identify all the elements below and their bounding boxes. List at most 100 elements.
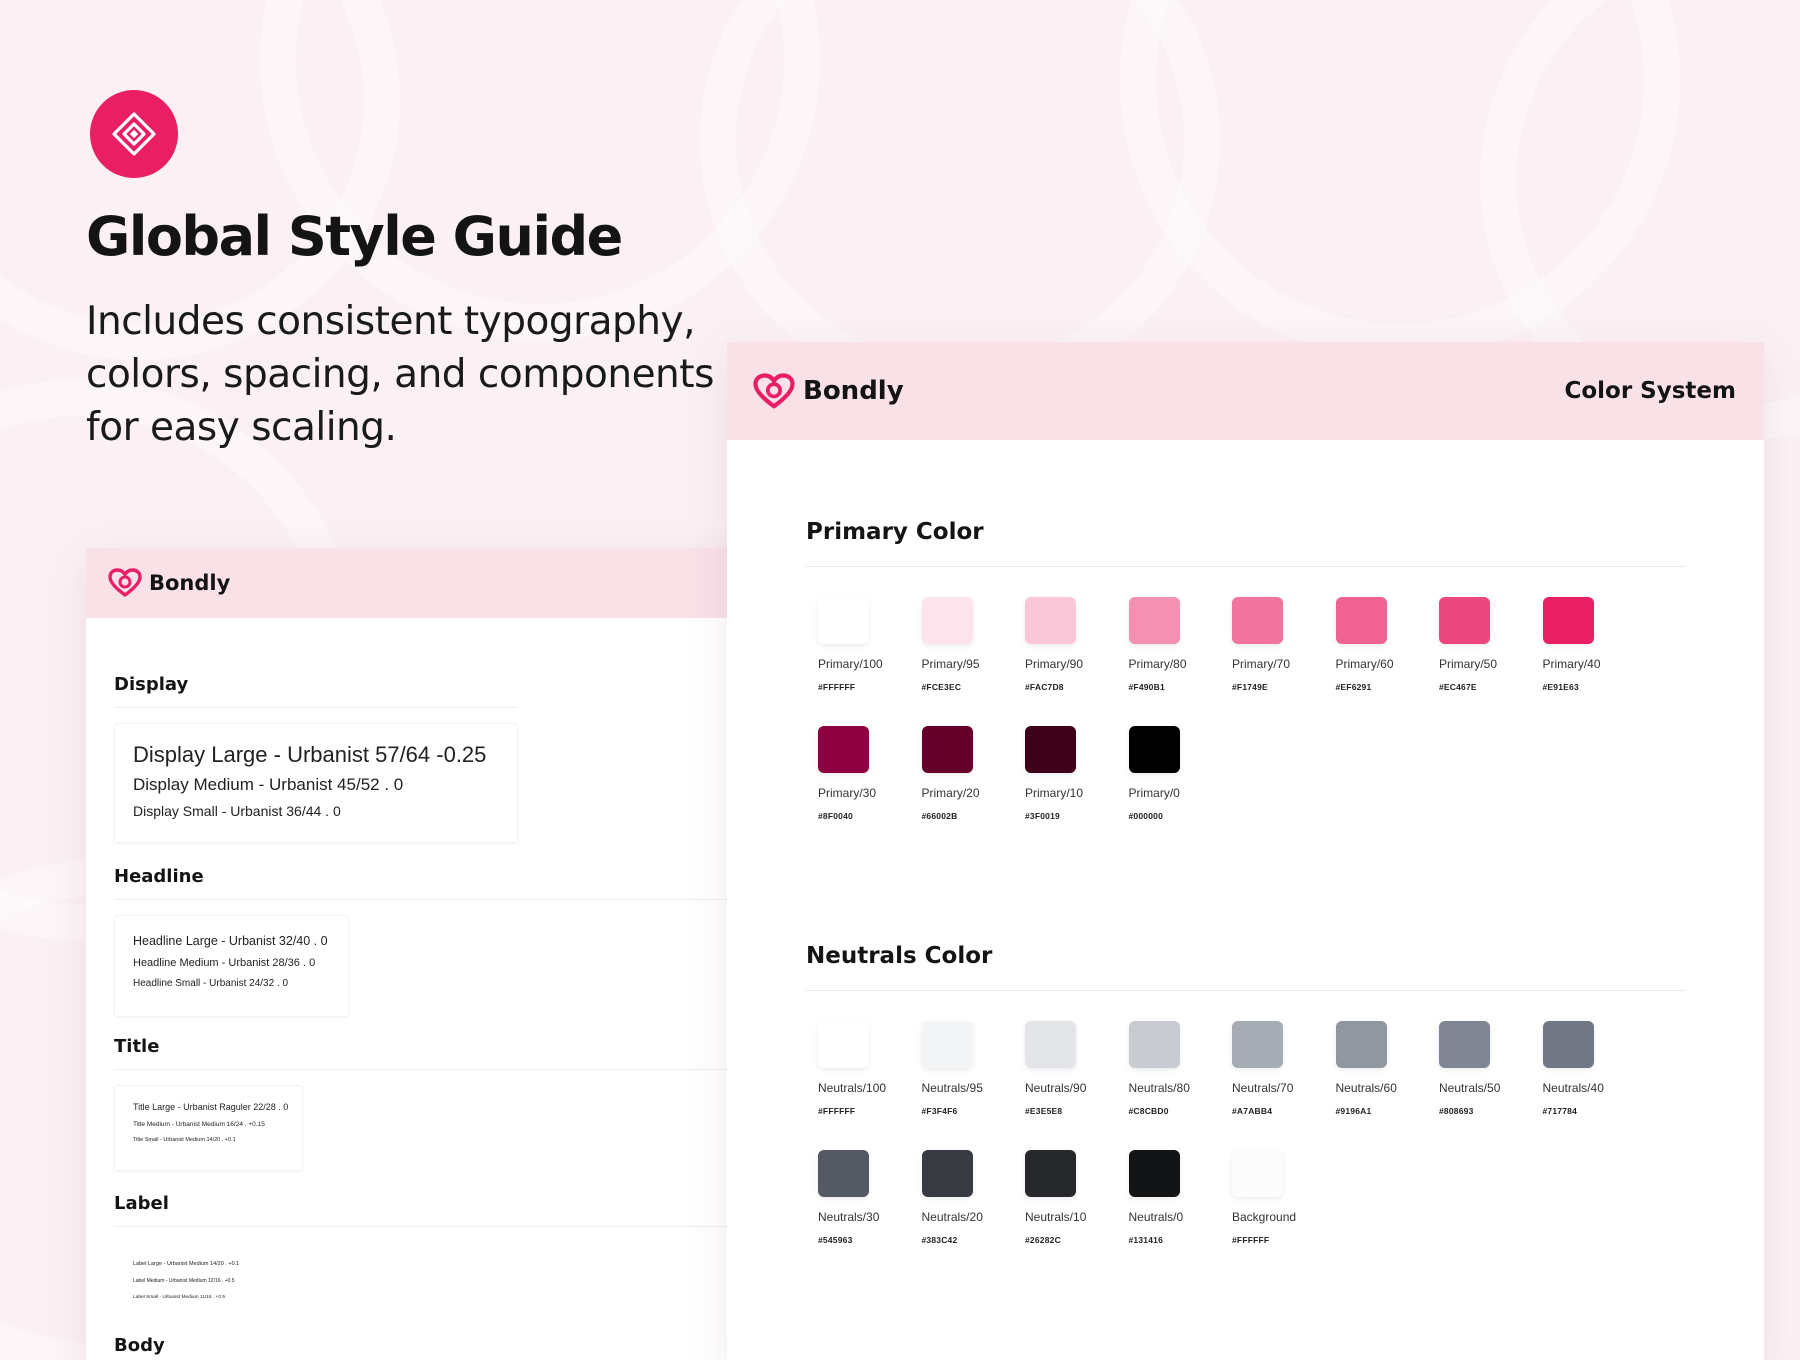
color-swatch: Primary/50 #EC467E	[1439, 597, 1543, 726]
swatch-chip	[1232, 1150, 1283, 1197]
swatch-name: Primary/30	[818, 786, 877, 800]
section-title-styles: Title Title Large - Urbanist Raguler 22/…	[114, 1017, 786, 1171]
color-swatch: Neutrals/95 #F3F4F6	[921, 1021, 1026, 1150]
typography-card: Bondly Display Display Large - Urbanist …	[86, 548, 786, 1360]
swatch-chip	[1025, 1150, 1076, 1197]
swatch-name: Primary/10	[1025, 786, 1084, 800]
section-divider	[114, 899, 786, 900]
color-swatch: Neutrals/60 #9196A1	[1335, 1021, 1440, 1150]
section-label: Label Label Large - Urbanist Medium 14/2…	[114, 1171, 786, 1316]
section-title: Label	[114, 1193, 169, 1214]
swatch-name: Neutrals/60	[1335, 1081, 1397, 1095]
display-medium-spec: Display Medium - Urbanist 45/52 . 0	[133, 775, 404, 794]
swatch-chip	[921, 1150, 973, 1197]
swatch-name: Primary/40	[1542, 657, 1601, 671]
swatch-hex: #8F0040	[818, 811, 853, 821]
spec-box: Headline Large - Urbanist 32/40 . 0 Head…	[114, 915, 349, 1017]
swatch-chip	[1025, 726, 1076, 773]
section-divider	[114, 707, 518, 708]
color-system-card: Bondly Color System Primary Color Primar…	[727, 342, 1764, 1360]
swatch-hex: #808693	[1439, 1106, 1474, 1116]
swatch-hex: #FFFFFF	[1232, 1235, 1270, 1245]
hero-title: Global Style Guide	[86, 205, 623, 268]
section-divider	[806, 990, 1686, 991]
color-swatch: Neutrals/100 #FFFFFF	[818, 1021, 922, 1150]
spec-box: Label Large - Urbanist Medium 14/20 . +0…	[114, 1242, 274, 1316]
swatch-hex: #26282C	[1025, 1235, 1061, 1245]
color-swatch: Primary/0 #000000	[1128, 726, 1233, 855]
typography-body: Display Display Large - Urbanist 57/64 -…	[86, 618, 786, 1356]
swatch-chip	[1335, 597, 1387, 644]
hero-subtitle: Includes consistent typography, colors, …	[86, 299, 714, 450]
brand-name: Bondly	[803, 376, 904, 406]
color-swatch: Primary/40 #E91E63	[1542, 597, 1647, 726]
swatch-name: Neutrals/70	[1232, 1081, 1294, 1095]
color-swatch: Primary/100 #FFFFFF	[818, 597, 922, 726]
swatch-hex: #383C42	[921, 1235, 958, 1245]
label-large-spec: Label Large - Urbanist Medium 14/20 . +0…	[133, 1261, 240, 1267]
section-title: Headline	[114, 866, 204, 887]
swatch-name: Primary/100	[818, 657, 883, 671]
swatch-hex: #F1749E	[1232, 682, 1268, 692]
swatch-chip	[1025, 1021, 1076, 1068]
swatch-hex: #FAC7D8	[1025, 682, 1064, 692]
color-swatch: Neutrals/30 #545963	[818, 1150, 922, 1279]
color-swatch: Neutrals/40 #717784	[1542, 1021, 1647, 1150]
swatch-chip	[1335, 1021, 1387, 1068]
swatch-chip	[818, 1021, 869, 1068]
swatch-hex: #717784	[1542, 1106, 1577, 1116]
title-medium-spec: Title Medium - Urbanist Medium 16/24 . +…	[133, 1121, 265, 1128]
swatch-hex: #000000	[1128, 811, 1163, 821]
section-divider	[114, 1226, 786, 1227]
section-title: Body	[114, 1335, 165, 1356]
logo: Bondly	[753, 372, 904, 410]
diamond-logo-icon	[112, 112, 156, 156]
swatch-hex: #9196A1	[1335, 1106, 1372, 1116]
label-small-spec: Label Small - Urbanist Medium 11/16 . +0…	[133, 1295, 226, 1300]
swatch-name: Neutrals/50	[1439, 1081, 1501, 1095]
swatch-chip	[818, 726, 869, 773]
headline-medium-spec: Headline Medium - Urbanist 28/36 . 0	[133, 957, 316, 969]
color-swatch: Neutrals/50 #808693	[1439, 1021, 1543, 1150]
color-swatch: Neutrals/20 #383C42	[921, 1150, 1026, 1279]
color-swatch: Background #FFFFFF	[1232, 1150, 1336, 1279]
swatch-chip	[1232, 597, 1283, 644]
swatch-name: Primary/90	[1025, 657, 1084, 671]
swatch-name: Neutrals/10	[1025, 1210, 1087, 1224]
swatch-name: Primary/50	[1439, 657, 1498, 671]
title-large-spec: Title Large - Urbanist Raguler 22/28 . 0	[133, 1102, 289, 1112]
section-divider	[114, 1069, 786, 1070]
swatch-chip	[921, 726, 973, 773]
brand-badge	[90, 90, 178, 178]
swatch-chip	[1128, 597, 1180, 644]
swatch-hex: #131416	[1128, 1235, 1163, 1245]
neutrals-color-title: Neutrals Color	[806, 943, 993, 969]
swatch-name: Primary/95	[921, 657, 980, 671]
section-title: Display	[114, 674, 189, 695]
typography-card-header: Bondly	[86, 548, 786, 618]
swatch-hex: #F3F4F6	[921, 1106, 958, 1116]
swatch-hex: #E3E5E8	[1025, 1106, 1063, 1116]
primary-color-title: Primary Color	[806, 519, 984, 545]
swatch-chip	[921, 597, 973, 644]
swatch-chip	[1439, 1021, 1490, 1068]
swatch-name: Neutrals/40	[1542, 1081, 1604, 1095]
color-swatch: Neutrals/90 #E3E5E8	[1025, 1021, 1129, 1150]
spec-box: Display Large - Urbanist 57/64 -0.25 Dis…	[114, 723, 518, 843]
headline-small-spec: Headline Small - Urbanist 24/32 . 0	[133, 978, 289, 989]
color-swatch: Primary/95 #FCE3EC	[921, 597, 1026, 726]
color-swatch: Neutrals/0 #131416	[1128, 1150, 1233, 1279]
swatch-chip	[1128, 1021, 1180, 1068]
swatch-name: Neutrals/0	[1128, 1210, 1184, 1224]
swatch-chip	[1128, 726, 1180, 773]
swatch-row: Neutrals/100 #FFFFFF Neutrals/95 #F3F4F6 Neu…	[818, 1021, 1646, 1150]
neutrals-swatch-grid: Neutrals/100 #FFFFFF Neutrals/95 #F3F4F6 Neu…	[818, 1021, 1646, 1279]
section-body: Body	[114, 1316, 786, 1356]
swatch-name: Neutrals/95	[921, 1081, 983, 1095]
swatch-hex: #3F0019	[1025, 811, 1060, 821]
section-title: Title	[114, 1036, 160, 1057]
swatch-hex: #FFFFFF	[818, 1106, 856, 1116]
swatch-hex: #66002B	[921, 811, 958, 821]
swatch-hex: #F490B1	[1128, 682, 1165, 692]
swatch-name: Primary/20	[921, 786, 980, 800]
